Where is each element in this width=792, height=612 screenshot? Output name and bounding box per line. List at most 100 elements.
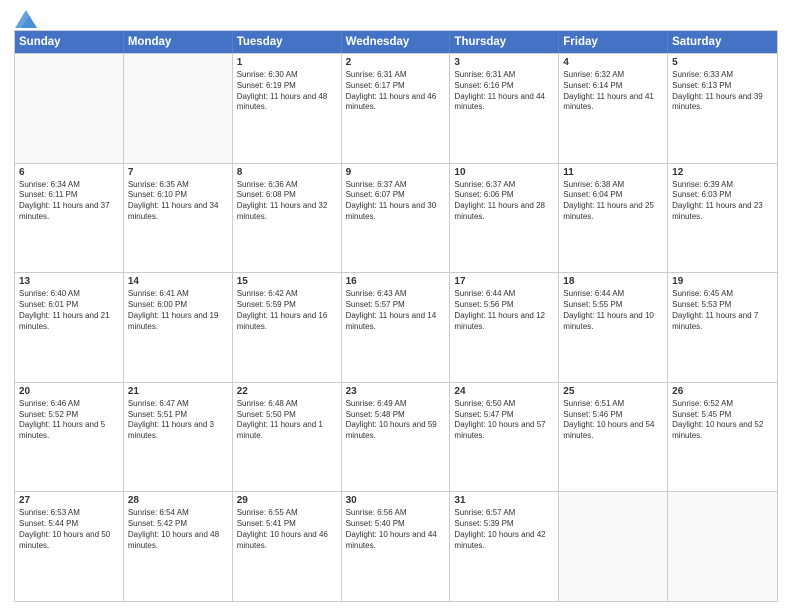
day-info: Sunrise: 6:56 AMSunset: 5:40 PMDaylight:… — [346, 508, 446, 551]
calendar-day-header: Monday — [124, 31, 233, 53]
day-info: Sunrise: 6:57 AMSunset: 5:39 PMDaylight:… — [454, 508, 554, 551]
page-header — [14, 10, 778, 24]
day-info: Sunrise: 6:35 AMSunset: 6:10 PMDaylight:… — [128, 180, 228, 223]
calendar-day-cell: 31 Sunrise: 6:57 AMSunset: 5:39 PMDayligh… — [450, 492, 559, 601]
calendar-day-cell: 7 Sunrise: 6:35 AMSunset: 6:10 PMDaylight… — [124, 164, 233, 273]
day-info: Sunrise: 6:48 AMSunset: 5:50 PMDaylight:… — [237, 399, 337, 442]
day-number: 22 — [237, 386, 337, 397]
day-info: Sunrise: 6:43 AMSunset: 5:57 PMDaylight:… — [346, 289, 446, 332]
calendar-day-cell: 27Sunrise: 6:53 AMSunset: 5:44 PMDayligh… — [15, 492, 124, 601]
day-info: Sunrise: 6:31 AMSunset: 6:16 PMDaylight:… — [454, 70, 554, 113]
calendar-day-cell — [124, 54, 233, 163]
calendar-day-header: Wednesday — [342, 31, 451, 53]
calendar: SundayMondayTuesdayWednesdayThursdayFrid… — [14, 30, 778, 602]
day-number: 9 — [346, 167, 446, 178]
calendar-day-cell: 24Sunrise: 6:50 AMSunset: 5:47 PMDayligh… — [450, 383, 559, 492]
day-info: Sunrise: 6:37 AMSunset: 6:07 PMDaylight:… — [346, 180, 446, 223]
calendar-week-row: 1Sunrise: 6:30 AMSunset: 6:19 PMDaylight… — [15, 53, 777, 163]
day-info: Sunrise: 6:34 AMSunset: 6:11 PMDaylight:… — [19, 180, 119, 223]
calendar-day-cell: 17 Sunrise: 6:44 AMSunset: 5:56 PMDayligh… — [450, 273, 559, 382]
day-number: 17 — [454, 276, 554, 287]
day-number: 16 — [346, 276, 446, 287]
day-info: Sunrise: 6:40 AMSunset: 6:01 PMDaylight:… — [19, 289, 119, 332]
day-info: Sunrise: 6:32 AMSunset: 6:14 PMDaylight:… — [563, 70, 663, 113]
day-number: 5 — [672, 57, 773, 68]
day-number: 6 — [19, 167, 119, 178]
calendar-day-cell: 28 Sunrise: 6:54 AMSunset: 5:42 PMDayligh… — [124, 492, 233, 601]
calendar-day-cell: 23 Sunrise: 6:49 AMSunset: 5:48 PMDayligh… — [342, 383, 451, 492]
calendar-day-header: Sunday — [15, 31, 124, 53]
day-info: Sunrise: 6:36 AMSunset: 6:08 PMDaylight:… — [237, 180, 337, 223]
day-info: Sunrise: 6:46 AMSunset: 5:52 PMDaylight:… — [19, 399, 119, 442]
calendar-day-cell: 5 Sunrise: 6:33 AMSunset: 6:13 PMDaylight… — [668, 54, 777, 163]
day-info: Sunrise: 6:52 AMSunset: 5:45 PMDaylight:… — [672, 399, 773, 442]
day-info: Sunrise: 6:44 AMSunset: 5:55 PMDaylight:… — [563, 289, 663, 332]
calendar-day-header: Friday — [559, 31, 668, 53]
calendar-day-cell: 25 Sunrise: 6:51 AMSunset: 5:46 PMDayligh… — [559, 383, 668, 492]
calendar-week-row: 20 Sunrise: 6:46 AMSunset: 5:52 PMDayligh… — [15, 382, 777, 492]
calendar-week-row: 27Sunrise: 6:53 AMSunset: 5:44 PMDayligh… — [15, 491, 777, 601]
calendar-day-cell: 26 Sunrise: 6:52 AMSunset: 5:45 PMDayligh… — [668, 383, 777, 492]
day-number: 18 — [563, 276, 663, 287]
day-number: 4 — [563, 57, 663, 68]
day-info: Sunrise: 6:31 AMSunset: 6:17 PMDaylight:… — [346, 70, 446, 113]
calendar-day-cell: 10 Sunrise: 6:37 AMSunset: 6:06 PMDayligh… — [450, 164, 559, 273]
calendar-day-cell: 9 Sunrise: 6:37 AMSunset: 6:07 PMDaylight… — [342, 164, 451, 273]
day-number: 8 — [237, 167, 337, 178]
calendar-day-cell — [559, 492, 668, 601]
day-number: 7 — [128, 167, 228, 178]
calendar-day-cell: 22 Sunrise: 6:48 AMSunset: 5:50 PMDayligh… — [233, 383, 342, 492]
calendar-day-cell: 19 Sunrise: 6:45 AMSunset: 5:53 PMDayligh… — [668, 273, 777, 382]
calendar-day-cell: 21Sunrise: 6:47 AMSunset: 5:51 PMDayligh… — [124, 383, 233, 492]
day-info: Sunrise: 6:33 AMSunset: 6:13 PMDaylight:… — [672, 70, 773, 113]
calendar-day-cell: 2 Sunrise: 6:31 AMSunset: 6:17 PMDaylight… — [342, 54, 451, 163]
calendar-day-cell: 20 Sunrise: 6:46 AMSunset: 5:52 PMDayligh… — [15, 383, 124, 492]
day-number: 19 — [672, 276, 773, 287]
logo — [14, 10, 37, 24]
day-number: 2 — [346, 57, 446, 68]
day-info: Sunrise: 6:55 AMSunset: 5:41 PMDaylight:… — [237, 508, 337, 551]
day-number: 28 — [128, 495, 228, 506]
day-info: Sunrise: 6:51 AMSunset: 5:46 PMDaylight:… — [563, 399, 663, 442]
day-info: Sunrise: 6:54 AMSunset: 5:42 PMDaylight:… — [128, 508, 228, 551]
day-number: 30 — [346, 495, 446, 506]
day-info: Sunrise: 6:38 AMSunset: 6:04 PMDaylight:… — [563, 180, 663, 223]
day-number: 24 — [454, 386, 554, 397]
day-info: Sunrise: 6:42 AMSunset: 5:59 PMDaylight:… — [237, 289, 337, 332]
day-number: 29 — [237, 495, 337, 506]
calendar-day-header: Tuesday — [233, 31, 342, 53]
calendar-week-row: 6 Sunrise: 6:34 AMSunset: 6:11 PMDaylight… — [15, 163, 777, 273]
calendar-day-cell: 14Sunrise: 6:41 AMSunset: 6:00 PMDayligh… — [124, 273, 233, 382]
day-number: 23 — [346, 386, 446, 397]
day-info: Sunrise: 6:44 AMSunset: 5:56 PMDaylight:… — [454, 289, 554, 332]
calendar-day-cell: 18 Sunrise: 6:44 AMSunset: 5:55 PMDayligh… — [559, 273, 668, 382]
day-number: 20 — [19, 386, 119, 397]
day-number: 11 — [563, 167, 663, 178]
day-number: 3 — [454, 57, 554, 68]
day-info: Sunrise: 6:49 AMSunset: 5:48 PMDaylight:… — [346, 399, 446, 442]
day-number: 12 — [672, 167, 773, 178]
day-number: 31 — [454, 495, 554, 506]
calendar-day-cell: 11 Sunrise: 6:38 AMSunset: 6:04 PMDayligh… — [559, 164, 668, 273]
day-number: 26 — [672, 386, 773, 397]
day-number: 21 — [128, 386, 228, 397]
calendar-day-cell: 13 Sunrise: 6:40 AMSunset: 6:01 PMDayligh… — [15, 273, 124, 382]
day-info: Sunrise: 6:53 AMSunset: 5:44 PMDaylight:… — [19, 508, 119, 551]
calendar-day-cell: 29 Sunrise: 6:55 AMSunset: 5:41 PMDayligh… — [233, 492, 342, 601]
day-number: 15 — [237, 276, 337, 287]
calendar-day-cell — [668, 492, 777, 601]
day-number: 10 — [454, 167, 554, 178]
calendar-week-row: 13 Sunrise: 6:40 AMSunset: 6:01 PMDayligh… — [15, 272, 777, 382]
day-number: 25 — [563, 386, 663, 397]
calendar-body: 1Sunrise: 6:30 AMSunset: 6:19 PMDaylight… — [15, 53, 777, 601]
calendar-day-cell: 8 Sunrise: 6:36 AMSunset: 6:08 PMDaylight… — [233, 164, 342, 273]
calendar-day-cell: 1Sunrise: 6:30 AMSunset: 6:19 PMDaylight… — [233, 54, 342, 163]
day-number: 13 — [19, 276, 119, 287]
calendar-day-cell: 6 Sunrise: 6:34 AMSunset: 6:11 PMDaylight… — [15, 164, 124, 273]
calendar-day-cell: 16 Sunrise: 6:43 AMSunset: 5:57 PMDayligh… — [342, 273, 451, 382]
calendar-day-header: Thursday — [450, 31, 559, 53]
calendar-day-cell: 3 Sunrise: 6:31 AMSunset: 6:16 PMDaylight… — [450, 54, 559, 163]
day-info: Sunrise: 6:45 AMSunset: 5:53 PMDaylight:… — [672, 289, 773, 332]
day-info: Sunrise: 6:37 AMSunset: 6:06 PMDaylight:… — [454, 180, 554, 223]
day-info: Sunrise: 6:39 AMSunset: 6:03 PMDaylight:… — [672, 180, 773, 223]
